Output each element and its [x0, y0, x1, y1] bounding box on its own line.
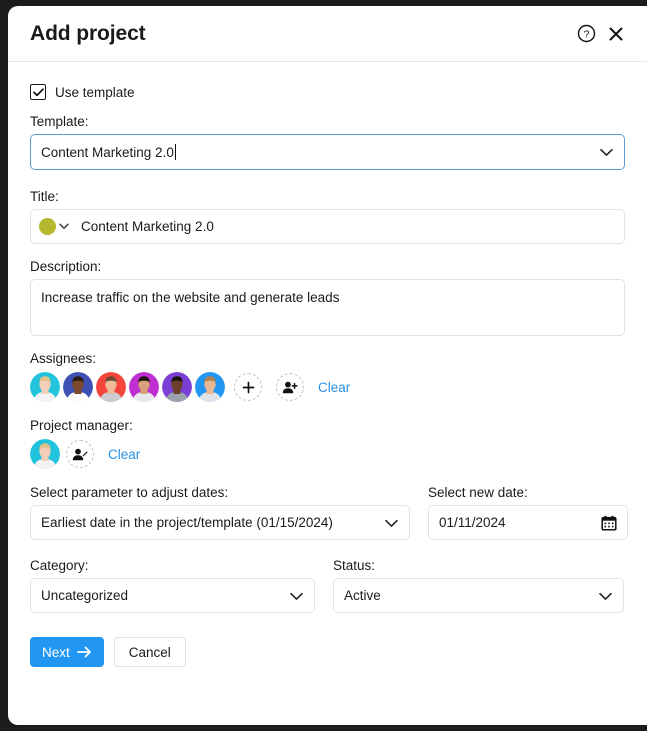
assignee-avatar-2[interactable] [63, 372, 93, 402]
description-value: Increase traffic on the website and gene… [41, 290, 340, 305]
assignee-avatar-1[interactable] [30, 372, 60, 402]
text-caret [174, 144, 176, 160]
use-template-label: Use template [55, 84, 135, 100]
arrow-right-icon [76, 646, 92, 658]
add-assignee-button[interactable] [234, 373, 262, 401]
cancel-button[interactable]: Cancel [113, 637, 186, 667]
assignees-group: Assignees: Clear [30, 351, 625, 403]
clear-assignees-link[interactable]: Clear [318, 380, 350, 395]
adjust-dates-select[interactable]: Earliest date in the project/template (0… [30, 505, 410, 540]
dialog-body: Use template Template: Content Marketing… [8, 62, 647, 613]
assignee-avatar-3[interactable] [96, 372, 126, 402]
project-manager-label: Project manager: [30, 418, 133, 433]
template-value: Content Marketing 2.0 [41, 144, 174, 160]
assignee-avatar-4[interactable] [129, 372, 159, 402]
color-swatch [39, 218, 56, 235]
title-value: Content Marketing 2.0 [81, 219, 214, 234]
category-select[interactable]: Uncategorized [30, 578, 315, 613]
chevron-down-icon [290, 588, 303, 603]
status-group: Status: Active [333, 558, 624, 613]
next-button-label: Next [42, 644, 70, 660]
new-date-value: 01/11/2024 [439, 515, 506, 530]
adjust-dates-value: Earliest date in the project/template (0… [41, 515, 333, 530]
page-title: Add project [30, 21, 146, 45]
assignees-row: Clear [30, 371, 625, 403]
chevron-down-icon [600, 145, 613, 160]
help-icon[interactable]: ? [571, 19, 601, 49]
status-select[interactable]: Active [333, 578, 624, 613]
project-manager-row: Clear [30, 438, 625, 470]
close-icon[interactable] [601, 19, 631, 49]
new-date-group: Select new date: 01/11/2024 [428, 485, 628, 540]
person-add-icon[interactable] [276, 373, 304, 401]
status-value: Active [344, 588, 381, 603]
dialog-header: Add project ? [8, 6, 647, 62]
clear-project-manager-link[interactable]: Clear [108, 447, 140, 462]
assignee-avatar-list [30, 371, 228, 403]
category-value: Uncategorized [41, 588, 129, 603]
checkbox-box [30, 84, 46, 100]
adjust-dates-group: Select parameter to adjust dates: Earlie… [30, 485, 410, 540]
project-manager-group: Project manager: Clear [30, 418, 625, 470]
template-field-group: Template: Content Marketing 2.0 [30, 114, 625, 170]
category-group: Category: Uncategorized [30, 558, 315, 613]
adjust-dates-label: Select parameter to adjust dates: [30, 485, 229, 500]
template-label: Template: [30, 114, 89, 129]
assignee-avatar-6[interactable] [195, 372, 225, 402]
calendar-icon[interactable] [601, 515, 617, 531]
category-status-row: Category: Uncategorized Status: Active [30, 558, 625, 613]
description-label: Description: [30, 259, 102, 274]
title-label: Title: [30, 189, 59, 204]
description-field-group: Description: Increase traffic on the web… [30, 259, 625, 336]
title-input[interactable]: Content Marketing 2.0 [30, 209, 625, 244]
chevron-down-icon [385, 515, 398, 530]
next-button[interactable]: Next [30, 637, 104, 667]
title-field-group: Title: Content Marketing 2.0 [30, 189, 625, 244]
use-template-checkbox[interactable]: Use template [30, 84, 625, 100]
assignees-label: Assignees: [30, 351, 97, 366]
new-date-input[interactable]: 01/11/2024 [428, 505, 628, 540]
dialog-footer: Next Cancel [8, 631, 647, 667]
status-label: Status: [333, 558, 376, 573]
template-select[interactable]: Content Marketing 2.0 [30, 134, 625, 170]
project-manager-avatar-wrap [30, 438, 60, 470]
svg-text:?: ? [583, 29, 589, 41]
add-project-dialog: Add project ? Use template Template: Con… [8, 6, 647, 725]
new-date-label: Select new date: [428, 485, 528, 500]
dates-row: Select parameter to adjust dates: Earlie… [30, 485, 628, 540]
project-manager-avatar[interactable] [30, 439, 60, 469]
assignee-avatar-5[interactable] [162, 372, 192, 402]
project-color-picker[interactable] [39, 218, 69, 235]
description-textarea[interactable]: Increase traffic on the website and gene… [30, 279, 625, 336]
person-edit-icon[interactable] [66, 440, 94, 468]
chevron-down-icon [599, 588, 612, 603]
category-label: Category: [30, 558, 89, 573]
chevron-down-icon [59, 223, 69, 230]
